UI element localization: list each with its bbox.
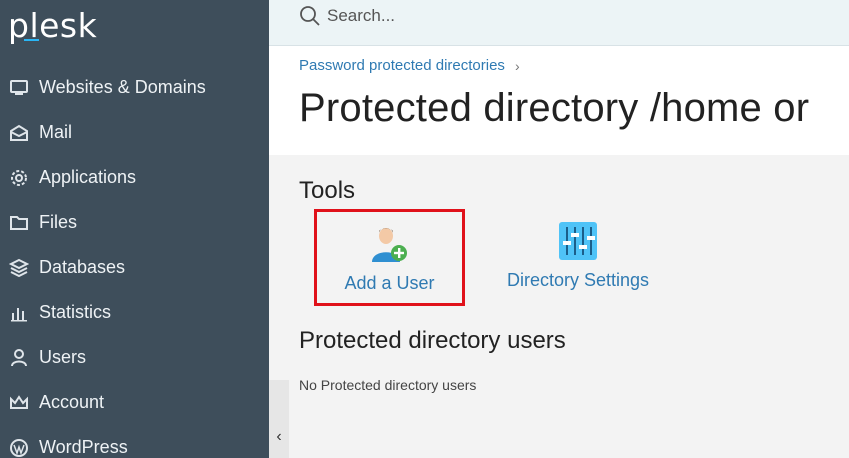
crown-icon — [8, 392, 30, 414]
directory-settings-label: Directory Settings — [506, 270, 650, 290]
sidebar-item-mail[interactable]: Mail — [0, 110, 269, 155]
layers-icon — [8, 257, 30, 279]
sidebar-item-label: Databases — [39, 257, 126, 277]
sidebar-item-statistics[interactable]: Statistics — [0, 290, 269, 335]
main-content: Tools Add a User Directory Settings Prot… — [289, 155, 849, 458]
wordpress-icon — [8, 437, 30, 458]
monitor-icon — [8, 77, 30, 99]
sidebar-nav: Websites & Domains Mail Applications Fil… — [0, 65, 269, 458]
user-icon — [8, 347, 30, 369]
chevron-left-icon: ‹ — [276, 428, 282, 445]
sidebar-item-label: Account — [39, 392, 105, 412]
folder-icon — [8, 212, 30, 234]
search-icon — [299, 4, 321, 28]
collapse-sidebar-button[interactable]: ‹ — [269, 380, 289, 458]
add-user-icon — [368, 224, 412, 269]
sidebar-item-applications[interactable]: Applications — [0, 155, 269, 200]
breadcrumb-link[interactable]: Password protected directories — [299, 57, 505, 74]
search-input[interactable] — [327, 4, 727, 28]
sidebar-item-users[interactable]: Users — [0, 335, 269, 380]
sidebar-item-label: Users — [39, 347, 87, 367]
add-user-button[interactable]: Add a User — [314, 209, 465, 306]
breadcrumb: Password protected directories › — [299, 57, 520, 74]
tools-heading: Tools — [299, 177, 356, 204]
sidebar-item-label: Applications — [39, 167, 137, 187]
plesk-logo[interactable]: plesk — [8, 6, 97, 45]
sidebar-item-label: WordPress — [39, 437, 128, 457]
add-user-label: Add a User — [344, 273, 435, 293]
logo-underline — [24, 39, 39, 41]
bar-chart-icon — [8, 302, 30, 324]
chevron-right-icon: › — [514, 57, 520, 74]
empty-users-message: No Protected directory users — [299, 377, 477, 393]
gear-icon — [8, 167, 30, 189]
top-bar — [269, 0, 849, 46]
sidebar-item-label: Statistics — [39, 302, 112, 322]
sliders-icon — [558, 221, 598, 266]
page-title: Protected directory /home or — [299, 86, 810, 130]
envelope-icon — [8, 122, 30, 144]
sidebar-item-account[interactable]: Account — [0, 380, 269, 425]
sidebar-item-files[interactable]: Files — [0, 200, 269, 245]
sidebar: plesk Websites & Domains Mail Applicatio… — [0, 0, 269, 458]
sidebar-item-label: Mail — [39, 122, 73, 142]
sidebar-item-label: Files — [39, 212, 78, 232]
sidebar-item-wordpress[interactable]: WordPress — [0, 425, 269, 458]
sidebar-item-label: Websites & Domains — [39, 77, 206, 97]
directory-settings-button[interactable]: Directory Settings — [499, 221, 657, 306]
users-section-heading: Protected directory users — [299, 327, 566, 354]
page-header: Password protected directories › Protect… — [269, 46, 849, 155]
sidebar-item-websites-domains[interactable]: Websites & Domains — [0, 65, 269, 110]
sidebar-item-databases[interactable]: Databases — [0, 245, 269, 290]
